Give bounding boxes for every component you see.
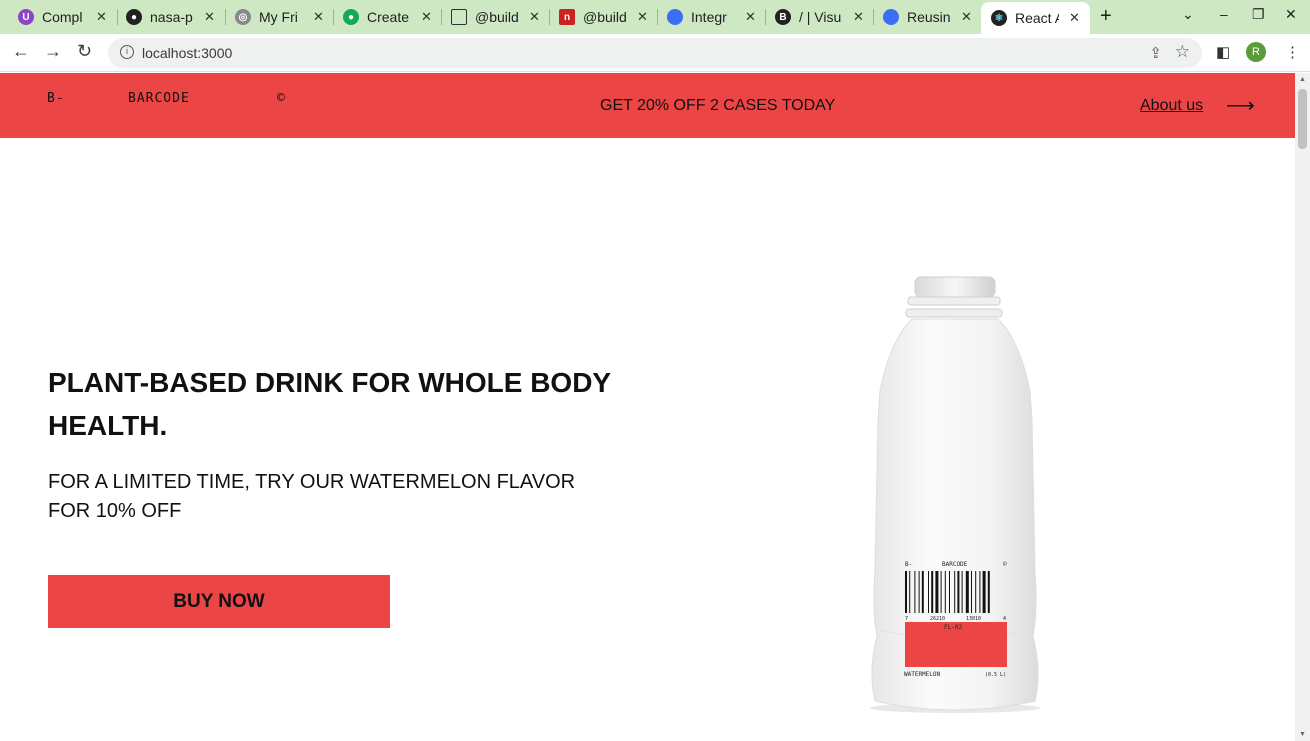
reload-icon[interactable]: ↻ <box>77 41 92 62</box>
brand-prefix[interactable]: B- <box>47 91 65 106</box>
builder-icon <box>667 9 683 25</box>
bold-b-icon: B <box>775 9 791 25</box>
tab-title: Integr <box>691 9 727 25</box>
kebab-menu-icon[interactable]: ⋮ <box>1285 43 1300 61</box>
browser-toolbar: ← → ↻ i localhost:3000 ⇪ ☆ ◧ R ⋮ <box>0 34 1310 72</box>
browser-tab[interactable]: ◎ My Fri ✕ <box>235 4 324 30</box>
tab-title: Create <box>367 9 410 25</box>
tab-favicon-icon: U <box>18 9 34 25</box>
close-icon[interactable]: ✕ <box>853 9 864 25</box>
browser-tab[interactable]: ● nasa-p ✕ <box>126 4 215 30</box>
close-icon[interactable]: ✕ <box>313 9 324 25</box>
minimize-icon[interactable]: – <box>1220 6 1228 22</box>
page-viewport: B- BARCODE © GET 20% OFF 2 CASES TODAY A… <box>0 73 1295 741</box>
globe-icon: ◎ <box>235 9 251 25</box>
svg-text:FL-02: FL-02 <box>944 624 962 631</box>
tab-title: @build <box>583 9 627 25</box>
svg-text:WATERMELON: WATERMELON <box>904 671 941 678</box>
close-icon[interactable]: ✕ <box>637 9 648 25</box>
github-icon: ● <box>126 9 142 25</box>
copyright-icon: © <box>277 91 285 106</box>
side-panel-icon[interactable]: ◧ <box>1216 43 1230 61</box>
builder-icon <box>883 9 899 25</box>
close-icon[interactable]: ✕ <box>421 9 432 25</box>
promo-banner: B- BARCODE © GET 20% OFF 2 CASES TODAY A… <box>0 73 1295 138</box>
browser-tab[interactable]: Reusin ✕ <box>883 4 972 30</box>
new-tab-icon[interactable]: + <box>1100 5 1112 28</box>
arrow-right-icon[interactable]: ⟶ <box>1226 93 1255 118</box>
about-us-link[interactable]: About us <box>1140 97 1203 115</box>
browser-tab[interactable]: B / | Visu ✕ <box>775 4 864 30</box>
product-bottle-image: B- BARCODE © 7 26210 13010 4 FL-02 WATER… <box>870 276 1040 713</box>
svg-text:B-: B- <box>905 561 912 568</box>
bookmark-star-icon[interactable]: ☆ <box>1175 42 1190 62</box>
scroll-up-icon[interactable]: ▲ <box>1299 76 1306 83</box>
browser-tab[interactable]: n @build ✕ <box>559 4 648 30</box>
browser-tab[interactable]: Integr ✕ <box>667 4 756 30</box>
browser-tab[interactable]: @build ✕ <box>451 4 540 30</box>
buy-now-button[interactable]: BUY NOW <box>48 575 390 628</box>
info-icon[interactable]: i <box>120 45 134 59</box>
svg-text:©: © <box>1003 561 1007 568</box>
hero-subtitle: FOR A LIMITED TIME, TRY OUR WATERMELON F… <box>48 471 576 522</box>
svg-text:BARCODE: BARCODE <box>942 561 968 568</box>
tab-title: Reusin <box>907 9 951 25</box>
close-icon[interactable]: ✕ <box>529 9 540 25</box>
tab-title: My Fri <box>259 9 298 25</box>
browser-tab-strip: U Compl ✕ ● nasa-p ✕ ◎ My Fri ✕ ● Create… <box>0 0 1310 34</box>
forward-arrow-icon[interactable]: → <box>44 41 62 62</box>
scroll-down-icon[interactable]: ▼ <box>1299 731 1306 738</box>
hero-title: PLANT-BASED DRINK FOR WHOLE BODY HEALTH. <box>48 367 611 441</box>
browser-tab[interactable]: U Compl ✕ <box>18 4 107 30</box>
address-bar[interactable]: i localhost:3000 ⇪ ☆ <box>108 38 1202 68</box>
react-icon: ⚛ <box>991 10 1007 26</box>
share-icon[interactable]: ⇪ <box>1149 44 1162 62</box>
browser-tab[interactable]: ● Create ✕ <box>343 4 432 30</box>
svg-text:13010: 13010 <box>966 616 981 622</box>
browser-tab-active[interactable]: ⚛ React A ✕ <box>981 2 1090 34</box>
tab-title: Compl <box>42 9 83 25</box>
tab-title: / | Visu <box>799 9 842 25</box>
tab-title: nasa-p <box>150 9 193 25</box>
close-icon[interactable]: ✕ <box>745 9 756 25</box>
scrollbar-thumb[interactable] <box>1298 89 1307 149</box>
tab-title: React A <box>1015 10 1059 26</box>
close-icon[interactable]: ✕ <box>204 9 215 25</box>
brand-name[interactable]: BARCODE <box>128 91 190 106</box>
tab-search-chevron-icon[interactable]: ⌄ <box>1182 6 1194 23</box>
svg-text:7: 7 <box>905 616 908 622</box>
restore-icon[interactable]: ❐ <box>1252 6 1265 23</box>
mongodb-icon: ● <box>343 9 359 25</box>
close-icon[interactable]: ✕ <box>96 9 107 25</box>
profile-avatar[interactable]: R <box>1246 42 1266 62</box>
svg-text:4: 4 <box>1003 616 1006 622</box>
url-text[interactable]: localhost:3000 <box>142 45 232 61</box>
close-icon[interactable]: ✕ <box>1069 10 1080 26</box>
npm-icon: n <box>559 9 575 25</box>
svg-text:26210: 26210 <box>930 616 945 622</box>
svg-text:(0.5 L): (0.5 L) <box>985 672 1006 678</box>
tab-title: @build <box>475 9 519 25</box>
promo-text: GET 20% OFF 2 CASES TODAY <box>600 97 836 114</box>
page-scrollbar[interactable]: ▲ ▼ <box>1295 73 1310 741</box>
square-icon <box>451 9 467 25</box>
close-icon[interactable]: ✕ <box>961 9 972 25</box>
back-arrow-icon[interactable]: ← <box>12 41 30 62</box>
window-close-icon[interactable]: ✕ <box>1285 6 1297 23</box>
